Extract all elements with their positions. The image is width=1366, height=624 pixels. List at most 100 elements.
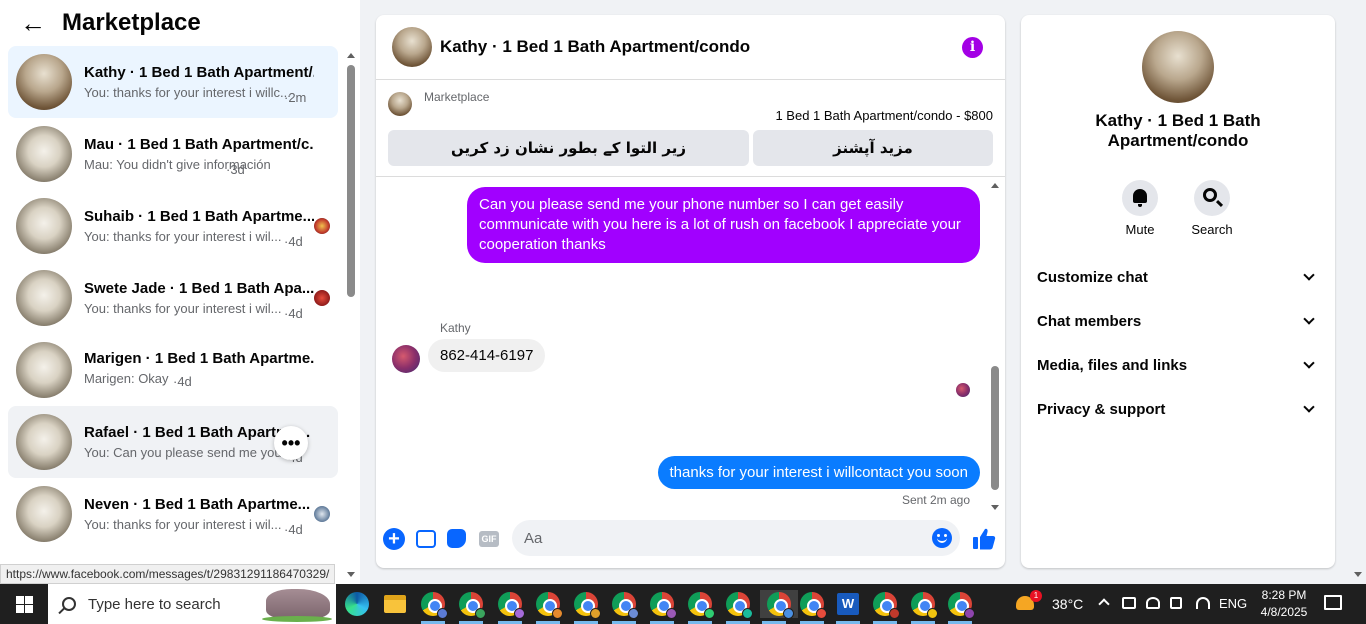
language-indicator[interactable]: ENG: [1219, 596, 1247, 611]
chrome-app-icon[interactable]: [610, 590, 639, 624]
wifi-icon[interactable]: [1196, 597, 1210, 609]
plus-icon[interactable]: +: [383, 528, 405, 550]
photo-icon[interactable]: [416, 530, 436, 548]
search-highlight-illustration: [262, 589, 332, 622]
conversation-item[interactable]: Marigen · 1 Bed 1 Bath Apartme... Marige…: [8, 334, 338, 406]
sender-name: Kathy: [440, 321, 471, 335]
weather-widget-icon[interactable]: 1: [1016, 590, 1042, 614]
chrome-app-icon[interactable]: [534, 590, 563, 624]
chrome-app-icon-active[interactable]: [760, 590, 798, 624]
info-icon[interactable]: i: [962, 37, 983, 58]
notification-center-icon[interactable]: [1324, 595, 1342, 610]
mute-button[interactable]: Mute: [1110, 180, 1170, 237]
conversation-item[interactable]: Neven · 1 Bed 1 Bath Apartme... You: tha…: [8, 478, 338, 550]
search-label: Search: [1191, 222, 1233, 237]
section-customize-chat[interactable]: Customize chat: [1037, 261, 1319, 293]
page-scroll-down-arrow-icon[interactable]: [1354, 572, 1362, 577]
conversation-item[interactable]: Rafael · 1 Bed 1 Bath Apartme... You: Ca…: [8, 406, 338, 478]
section-chat-members[interactable]: Chat members: [1037, 305, 1319, 337]
scroll-up-arrow-icon[interactable]: [347, 53, 355, 58]
taskbar-search[interactable]: Type here to search: [48, 584, 336, 624]
chat-avatar[interactable]: [392, 27, 432, 67]
chrome-app-icon[interactable]: [686, 590, 715, 624]
conversation-name: Neven · 1 Bed 1 Bath Apartme...: [84, 496, 311, 513]
conversation-list: Kathy · 1 Bed 1 Bath Apartment/... You: …: [8, 46, 338, 566]
chrome-app-icon[interactable]: [798, 590, 827, 624]
outgoing-message[interactable]: thanks for your interest i willcontact y…: [657, 456, 980, 489]
bell-icon: [1133, 189, 1147, 207]
message-input[interactable]: [512, 520, 960, 556]
conversation-preview: You: thanks for your interest i wil...: [84, 517, 282, 532]
conversation-time: ·4d: [284, 306, 303, 321]
scroll-down-arrow-icon[interactable]: [991, 505, 999, 510]
start-button[interactable]: [0, 584, 48, 624]
file-explorer-app-icon[interactable]: [381, 590, 409, 618]
cloud-icon[interactable]: [1146, 597, 1160, 609]
conversation-item[interactable]: Swete Jade · 1 Bed 1 Bath Apa... You: th…: [8, 262, 338, 334]
chat-panel: Kathy · 1 Bed 1 Bath Apartment/condo i M…: [376, 15, 1005, 568]
conversation-preview: Mau: You didn't give información: [84, 157, 271, 172]
conversation-sidebar: ← Marketplace Kathy · 1 Bed 1 Bath Apart…: [0, 0, 360, 584]
chrome-app-icon[interactable]: [648, 590, 677, 624]
conversation-item[interactable]: Mau · 1 Bed 1 Bath Apartment/c... Mau: Y…: [8, 118, 338, 190]
more-options-button[interactable]: مزید آپشنز: [753, 130, 993, 166]
chevron-down-icon: [1303, 357, 1315, 369]
chrome-app-icon[interactable]: [909, 590, 938, 624]
chevron-down-icon: [1303, 401, 1315, 413]
chrome-app-icon[interactable]: [871, 590, 900, 624]
chat-header: Kathy · 1 Bed 1 Bath Apartment/condo i: [376, 15, 1005, 80]
scroll-up-arrow-icon[interactable]: [991, 183, 999, 188]
camera-icon[interactable]: [1170, 597, 1182, 609]
contact-name: Kathy · 1 Bed 1 Bath Apartment/condo: [1095, 111, 1261, 150]
incoming-message[interactable]: 862-414-6197: [428, 339, 546, 372]
section-privacy-support[interactable]: Privacy & support: [1037, 393, 1319, 425]
contact-avatar[interactable]: [1142, 31, 1214, 103]
outgoing-message[interactable]: Can you please send me your phone number…: [467, 187, 980, 263]
gif-icon[interactable]: GIF: [479, 531, 499, 547]
section-media-files-links[interactable]: Media, files and links: [1037, 349, 1319, 381]
scrollbar-thumb[interactable]: [347, 65, 355, 297]
conversation-item[interactable]: Kathy · 1 Bed 1 Bath Apartment/... You: …: [8, 46, 338, 118]
chrome-app-icon[interactable]: [457, 590, 486, 624]
mark-as-pending-button[interactable]: زیر التوا کے بطور نشان زد کریں: [388, 130, 749, 166]
show-hidden-icons-chevron-icon[interactable]: [1098, 598, 1110, 610]
conversation-preview: Marigen: Okay: [84, 370, 169, 386]
scrollbar-thumb[interactable]: [991, 366, 999, 490]
search-button[interactable]: Search: [1182, 180, 1242, 237]
like-icon[interactable]: [971, 526, 997, 552]
sidebar-header: ← Marketplace: [0, 0, 360, 46]
edge-app-icon[interactable]: [343, 590, 371, 618]
conversation-time: ·3d: [226, 162, 245, 177]
emoji-icon[interactable]: [932, 528, 952, 548]
listing-thumbnail[interactable]: [388, 92, 412, 116]
word-app-icon[interactable]: W: [834, 590, 862, 624]
windows-logo-icon: [16, 596, 33, 613]
message-status: Sent 2m ago: [901, 493, 970, 507]
mute-label: Mute: [1125, 222, 1155, 237]
back-arrow-icon[interactable]: ←: [20, 10, 46, 36]
sidebar-scrollbar[interactable]: [343, 50, 357, 580]
conversation-avatar: [16, 198, 72, 254]
more-options-button[interactable]: •••: [274, 426, 308, 460]
scroll-down-arrow-icon[interactable]: [347, 572, 355, 577]
listing-title-price[interactable]: 1 Bed 1 Bath Apartment/condo - $800: [775, 108, 993, 123]
chrome-app-icon[interactable]: [419, 590, 448, 624]
sender-avatar[interactable]: [392, 345, 420, 373]
chrome-app-icon[interactable]: [496, 590, 525, 624]
conversation-avatar: [16, 342, 72, 398]
section-label: Customize chat: [1037, 268, 1148, 286]
chrome-app-icon[interactable]: [572, 590, 601, 624]
windows-taskbar: Type here to search W 1 38°C ENG 8:28 PM…: [0, 584, 1366, 624]
chat-scrollbar[interactable]: [989, 178, 1001, 513]
chrome-app-icon[interactable]: [946, 590, 975, 624]
chrome-app-icon[interactable]: [724, 590, 753, 624]
sticker-icon[interactable]: [447, 529, 466, 548]
conversation-preview: You: thanks for your interest i willc...: [84, 85, 291, 100]
battery-icon[interactable]: [1122, 597, 1136, 609]
system-clock[interactable]: 8:28 PM 4/8/2025: [1254, 587, 1314, 621]
conversation-preview: You: Can you please send me your ...: [84, 445, 294, 460]
temperature[interactable]: 38°C: [1052, 596, 1083, 612]
read-receipt-avatar: [956, 383, 970, 397]
conversation-item[interactable]: Suhaib · 1 Bed 1 Bath Apartme... You: th…: [8, 190, 338, 262]
chat-title[interactable]: Kathy · 1 Bed 1 Bath Apartment/condo: [440, 37, 750, 57]
